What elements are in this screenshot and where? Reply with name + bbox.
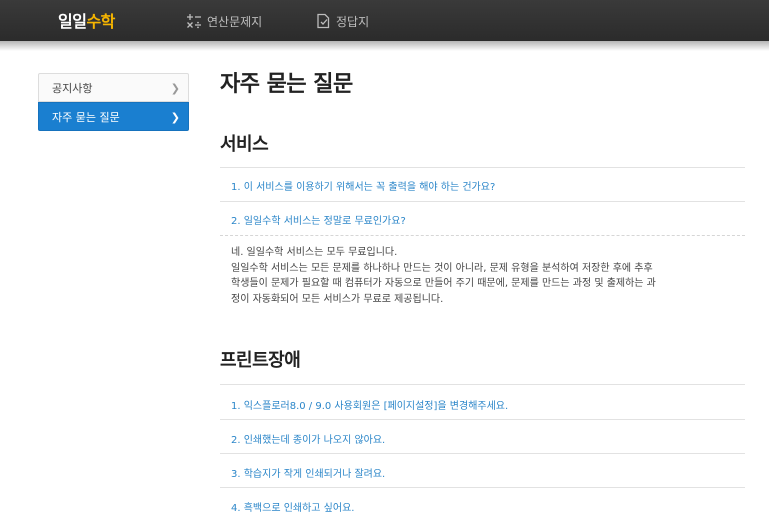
nav-arithmetic-worksheets[interactable]: 연산문제지 <box>186 12 262 30</box>
answer-line: 학생들이 문제가 필요할 때 컴퓨터가 자동으로 만들어 주기 때문에, 문제를… <box>231 278 656 289</box>
nav-answer-label: 정답지 <box>336 14 370 29</box>
document-check-icon <box>317 13 330 29</box>
faq-answer: 네. 일일수학 서비스는 모두 무료입니다. 일일수학 서비스는 모든 문제를 … <box>231 245 741 307</box>
sidebar-item-label: 공지사항 <box>52 81 93 95</box>
divider <box>220 453 745 454</box>
faq-question-link[interactable]: 2. 인쇄했는데 종이가 나오지 않아요. <box>231 431 385 446</box>
faq-question-link[interactable]: 1. 이 서비스를 이용하기 위해서는 꼭 출력을 해야 하는 건가요? <box>231 178 495 193</box>
sidebar-item-notices[interactable]: 공지사항 ❯ <box>38 73 189 102</box>
site-logo[interactable]: 일일수학 <box>58 8 115 32</box>
answer-line: 정이 자동화되어 모든 서비스가 무료로 제공됩니다. <box>231 293 444 305</box>
section-title-print-issues: 프린트장애 <box>220 350 301 371</box>
plus-minus-times-divide-icon <box>187 14 201 29</box>
divider <box>220 201 745 202</box>
answer-line: 네. 일일수학 서비스는 모두 무료입니다. <box>231 247 398 258</box>
section-title-service: 서비스 <box>220 134 269 155</box>
sidebar-item-label: 자주 묻는 질문 <box>52 110 120 124</box>
divider <box>220 167 745 168</box>
faq-question-link[interactable]: 1. 익스플로러8.0 / 9.0 사용회원은 [페이지설정]을 변경해주세요. <box>231 397 508 412</box>
logo-part-2: 수학 <box>86 12 115 31</box>
sidebar-item-faq[interactable]: 자주 묻는 질문 ❯ <box>38 102 189 131</box>
chevron-right-icon: ❯ <box>170 111 180 124</box>
nav-answer-sheets[interactable]: 정답지 <box>316 12 369 30</box>
faq-question-link[interactable]: 2. 일일수학 서비스는 정말로 무료인가요? <box>231 212 406 227</box>
answer-line: 일일수학 서비스는 모든 문제를 하나하나 만드는 것이 아니라, 문제 유형을… <box>231 262 653 274</box>
faq-question-link[interactable]: 3. 학습지가 작게 인쇄되거나 잘려요. <box>231 465 385 480</box>
logo-part-1: 일일 <box>58 12 87 31</box>
divider <box>220 487 745 488</box>
page-title: 자주 묻는 질문 <box>220 72 353 97</box>
divider <box>220 419 745 420</box>
top-navigation-bar: 일일수학 연산문제지 정답지 <box>0 0 769 41</box>
chevron-right-icon: ❯ <box>170 82 180 95</box>
header-shadow <box>0 41 769 51</box>
sidebar: 공지사항 ❯ 자주 묻는 질문 ❯ <box>38 73 189 131</box>
nav-arithmetic-label: 연산문제지 <box>207 14 263 29</box>
divider <box>220 384 745 385</box>
faq-question-link[interactable]: 4. 흑백으로 인쇄하고 싶어요. <box>231 499 354 514</box>
answer-divider <box>220 235 745 236</box>
